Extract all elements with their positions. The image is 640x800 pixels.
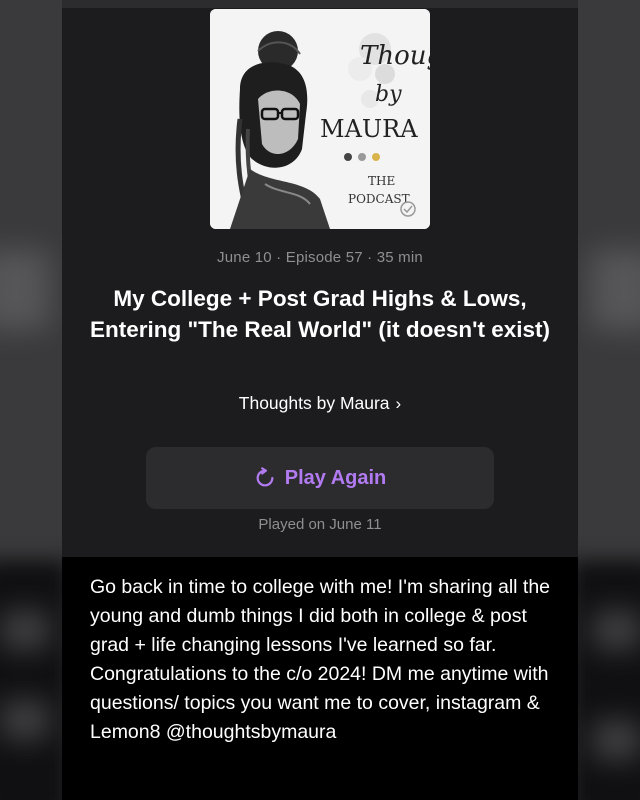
- artwork-title-line2: by: [375, 82, 402, 107]
- episode-description-section: Go back in time to college with me! I'm …: [62, 557, 578, 800]
- blurred-shape: [592, 720, 640, 760]
- artwork-subtitle-line2: PODCAST: [348, 192, 410, 206]
- chevron-right-icon: ›: [395, 394, 402, 413]
- artwork-subtitle-line1: THE: [368, 174, 395, 188]
- blurred-shape: [570, 560, 640, 800]
- play-again-button[interactable]: Play Again: [146, 447, 494, 509]
- top-edge: [62, 0, 578, 8]
- episode-detail-panel: Thoughts by MAURA THE PODCAST June 10 · …: [62, 0, 578, 800]
- show-link[interactable]: Thoughts by Maura ›: [62, 393, 578, 414]
- blurred-shape: [0, 700, 50, 740]
- played-on-text: Played on June 11: [258, 516, 382, 533]
- show-name: Thoughts by Maura: [238, 393, 390, 413]
- play-again-label: Play Again: [284, 466, 387, 489]
- artwork-title-line1: Thoughts: [360, 41, 430, 71]
- episode-title: My College + Post Grad Highs & Lows, Ent…: [89, 286, 551, 342]
- episode-meta: June 10 · Episode 57 · 35 min: [217, 249, 423, 266]
- blurred-shape: [0, 560, 70, 800]
- blurred-shape: [590, 250, 640, 330]
- artwork-illustration: Thoughts by MAURA THE PODCAST: [210, 9, 430, 229]
- replay-icon: [256, 467, 274, 487]
- blurred-shape: [592, 610, 640, 650]
- blurred-shape: [0, 610, 50, 650]
- podcast-artwork: Thoughts by MAURA THE PODCAST: [210, 9, 430, 229]
- artwork-title-line3: MAURA: [320, 115, 418, 143]
- blurred-shape: [0, 250, 50, 330]
- episode-description: Go back in time to college with me! I'm …: [90, 576, 551, 743]
